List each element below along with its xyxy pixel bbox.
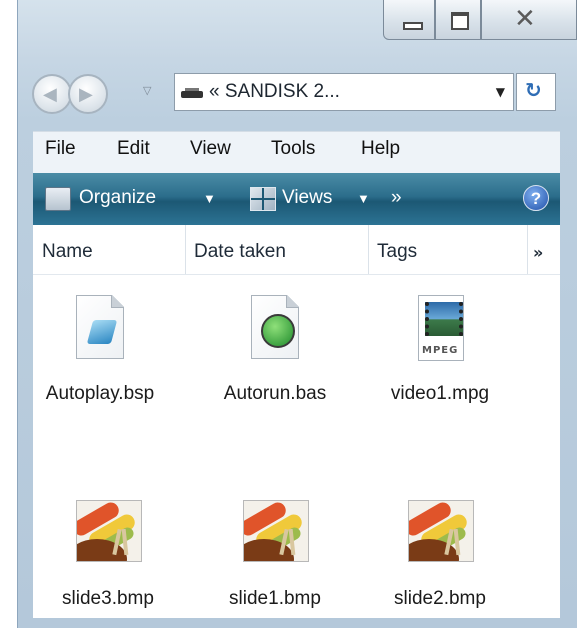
bitmap-image-icon: [408, 500, 474, 566]
minimize-button[interactable]: [383, 0, 435, 40]
address-path: « SANDISK 2...: [209, 81, 340, 103]
organize-icon: [45, 187, 71, 211]
organize-dropdown-icon[interactable]: ▼: [203, 191, 216, 206]
menu-view[interactable]: View: [190, 138, 231, 160]
refresh-icon: ↻: [525, 78, 542, 102]
close-icon: ✕: [514, 4, 536, 34]
back-arrow-icon: ◀: [43, 84, 57, 105]
file-item[interactable]: Autorun.bas: [210, 295, 340, 405]
minimize-icon: [403, 22, 423, 30]
script-icon: [243, 295, 307, 361]
address-dropdown-icon[interactable]: ▼: [496, 85, 505, 99]
back-button[interactable]: ◀: [32, 74, 72, 114]
file-name: video1.mpg: [390, 383, 490, 404]
maximize-icon: [451, 12, 469, 30]
views-dropdown-icon[interactable]: ▼: [357, 191, 370, 206]
mpeg-video-icon: MPEG: [408, 295, 472, 361]
document-icon: [68, 295, 132, 361]
address-location: SANDISK 2...: [224, 81, 340, 102]
address-prefix: «: [209, 81, 220, 102]
menu-help[interactable]: Help: [361, 138, 400, 160]
forward-arrow-icon: ▶: [79, 84, 93, 105]
refresh-button[interactable]: ↻: [516, 73, 556, 111]
column-name-label: Name: [42, 241, 93, 262]
column-date-taken[interactable]: Date taken: [185, 225, 369, 274]
menu-bar: File Edit View Tools Help: [33, 131, 560, 174]
file-name: slide2.bmp: [394, 588, 486, 609]
column-tags-label: Tags: [377, 241, 418, 262]
file-name: Autoplay.bsp: [45, 383, 155, 404]
maximize-button[interactable]: [435, 0, 481, 40]
mpeg-label: MPEG: [422, 345, 459, 356]
file-name: Autorun.bas: [223, 383, 327, 404]
forward-button[interactable]: ▶: [68, 74, 108, 114]
caption-buttons: ✕: [383, 0, 577, 44]
views-icon: [250, 187, 276, 211]
file-item[interactable]: slide1.bmp: [210, 500, 340, 610]
column-tags[interactable]: Tags: [368, 225, 528, 274]
bitmap-image-icon: [243, 500, 309, 566]
recent-pages-dropdown[interactable]: ▽: [143, 84, 151, 97]
help-icon[interactable]: ?: [523, 185, 549, 211]
file-name: slide1.bmp: [229, 588, 321, 609]
file-list-pane: Name Date taken Tags » Autoplay.bsp Auto…: [33, 225, 560, 618]
address-bar[interactable]: « SANDISK 2... ▼: [174, 73, 514, 111]
file-item[interactable]: slide3.bmp: [43, 500, 173, 610]
more-columns-button[interactable]: »: [533, 243, 543, 262]
organize-button[interactable]: Organize: [79, 187, 156, 209]
file-item[interactable]: Autoplay.bsp: [35, 295, 165, 405]
close-button[interactable]: ✕: [481, 0, 577, 40]
menu-file[interactable]: File: [45, 138, 76, 160]
toolbar-more-button[interactable]: »: [391, 187, 402, 209]
menu-tools[interactable]: Tools: [271, 138, 315, 160]
command-toolbar: Organize ▼ Views ▼ » ?: [33, 173, 560, 225]
column-name[interactable]: Name: [33, 225, 186, 274]
removable-drive-icon: [181, 88, 203, 98]
file-item[interactable]: slide2.bmp: [375, 500, 505, 610]
file-name: slide3.bmp: [62, 588, 154, 609]
file-item[interactable]: MPEG video1.mpg: [375, 295, 505, 405]
views-button[interactable]: Views: [282, 187, 332, 209]
column-headers: Name Date taken Tags »: [33, 225, 560, 275]
bitmap-image-icon: [76, 500, 142, 566]
column-date-taken-label: Date taken: [194, 241, 286, 262]
menu-edit[interactable]: Edit: [117, 138, 150, 160]
